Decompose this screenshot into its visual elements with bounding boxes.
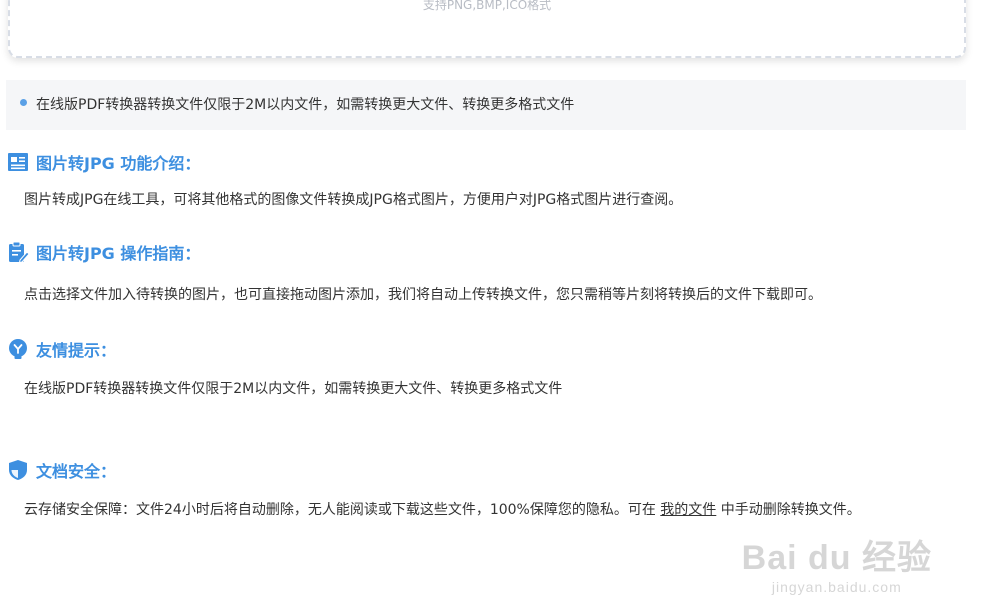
watermark-url: jingyan.baidu.com [771, 579, 902, 595]
notice-text: 在线版PDF转换器转换文件仅限于2M以内文件，如需转换更大文件、转换更多格式文件 [36, 97, 575, 113]
bullet-dot-icon [20, 99, 27, 106]
upload-format-hint: 支持PNG,BMP,ICO格式 [422, 0, 552, 12]
section-heading: 友情提示： [36, 341, 117, 360]
section-body-security: 云存储安全保障：文件24小时后将自动删除，无人能阅读或下载这些文件，100%保障… [24, 498, 964, 522]
clipboard-pen-icon [6, 240, 30, 264]
document-list-icon [6, 150, 30, 174]
my-files-link[interactable]: 我的文件 [660, 502, 716, 518]
page: 支持PNG,BMP,ICO格式 在线版PDF转换器转换文件仅限于2M以内文件，如… [0, 0, 982, 609]
section-body-intro: 图片转成JPG在线工具，可将其他格式的图像文件转换成JPG格式图片，方便用户对J… [24, 192, 683, 208]
notice-bar: 在线版PDF转换器转换文件仅限于2M以内文件，如需转换更大文件、转换更多格式文件 [6, 80, 966, 130]
section-body-guide: 点击选择文件加入待转换的图片，也可直接拖动图片添加，我们将自动上传转换文件，您只… [24, 287, 822, 303]
security-text-after: 中手动删除转换文件。 [716, 502, 861, 518]
section-title-guide: 图片转JPG 操作指南： [6, 240, 200, 264]
shield-icon [6, 458, 30, 482]
security-text-before: 云存储安全保障：文件24小时后将自动删除，无人能阅读或下载这些文件，100%保障… [24, 502, 661, 518]
section-heading: 图片转JPG 功能介绍： [36, 154, 201, 173]
lightbulb-icon [6, 337, 30, 361]
section-body-tips: 在线版PDF转换器转换文件仅限于2M以内文件，如需转换更大文件、转换更多格式文件 [24, 381, 563, 397]
section-heading: 图片转JPG 操作指南： [36, 244, 201, 263]
section-title-intro: 图片转JPG 功能介绍： [6, 150, 200, 174]
section-title-tips: 友情提示： [6, 337, 116, 361]
watermark-logo-text: Bai du 经验 [741, 539, 932, 577]
section-heading: 文档安全： [36, 462, 117, 481]
section-title-security: 文档安全： [6, 458, 116, 482]
file-drop-zone[interactable]: 支持PNG,BMP,ICO格式 [8, 0, 966, 58]
baidu-jingyan-watermark: Bai du 经验 jingyan.baidu.com [742, 530, 932, 595]
